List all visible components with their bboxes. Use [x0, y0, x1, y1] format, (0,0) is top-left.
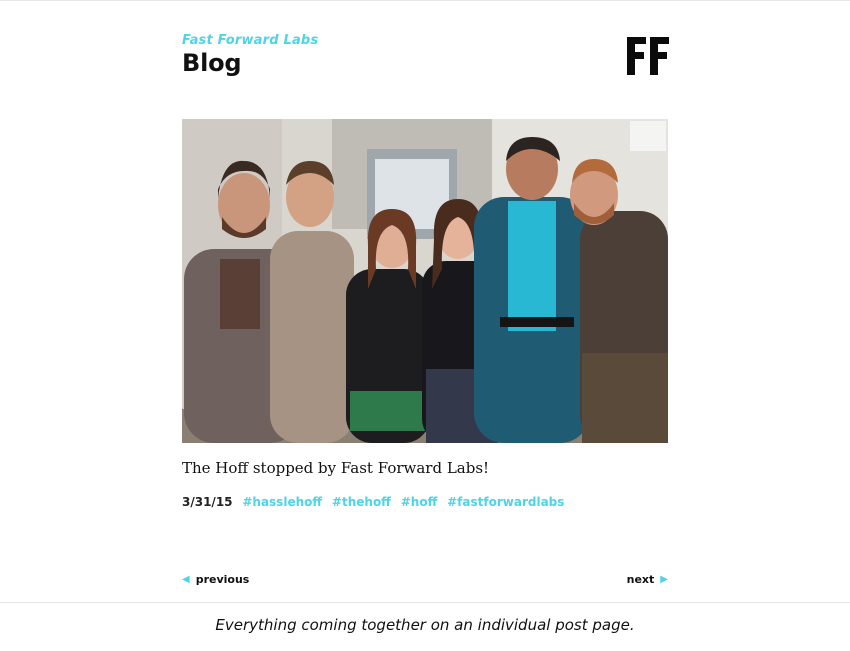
arrow-left-icon: ◀	[182, 574, 190, 585]
blog-post-page: Fast Forward Labs Blog The Hoff stopped …	[0, 0, 850, 602]
ff-logo-icon[interactable]	[626, 37, 670, 75]
post-image	[182, 119, 668, 443]
group-photo	[182, 119, 668, 443]
tag-link[interactable]: #fastforwardlabs	[447, 495, 564, 509]
tag-link[interactable]: #thehoff	[332, 495, 391, 509]
brand-name[interactable]: Fast Forward Labs	[182, 33, 318, 48]
page-title: Blog	[182, 49, 242, 77]
post-date: 3/31/15	[182, 495, 233, 509]
previous-post-link[interactable]: ◀ previous	[182, 573, 249, 586]
tag-link[interactable]: #hoff	[401, 495, 438, 509]
figure-caption: Everything coming together on an individ…	[215, 616, 635, 634]
next-post-link[interactable]: next ▶	[627, 573, 668, 586]
post-title[interactable]: The Hoff stopped by Fast Forward Labs!	[182, 459, 489, 477]
caption-divider	[0, 602, 850, 603]
arrow-right-icon: ▶	[660, 574, 668, 585]
post-meta: 3/31/15 #hasslehoff #thehoff #hoff #fast…	[182, 495, 570, 509]
previous-label: previous	[195, 573, 250, 586]
next-label: next	[626, 573, 655, 586]
tag-link[interactable]: #hasslehoff	[242, 495, 322, 509]
